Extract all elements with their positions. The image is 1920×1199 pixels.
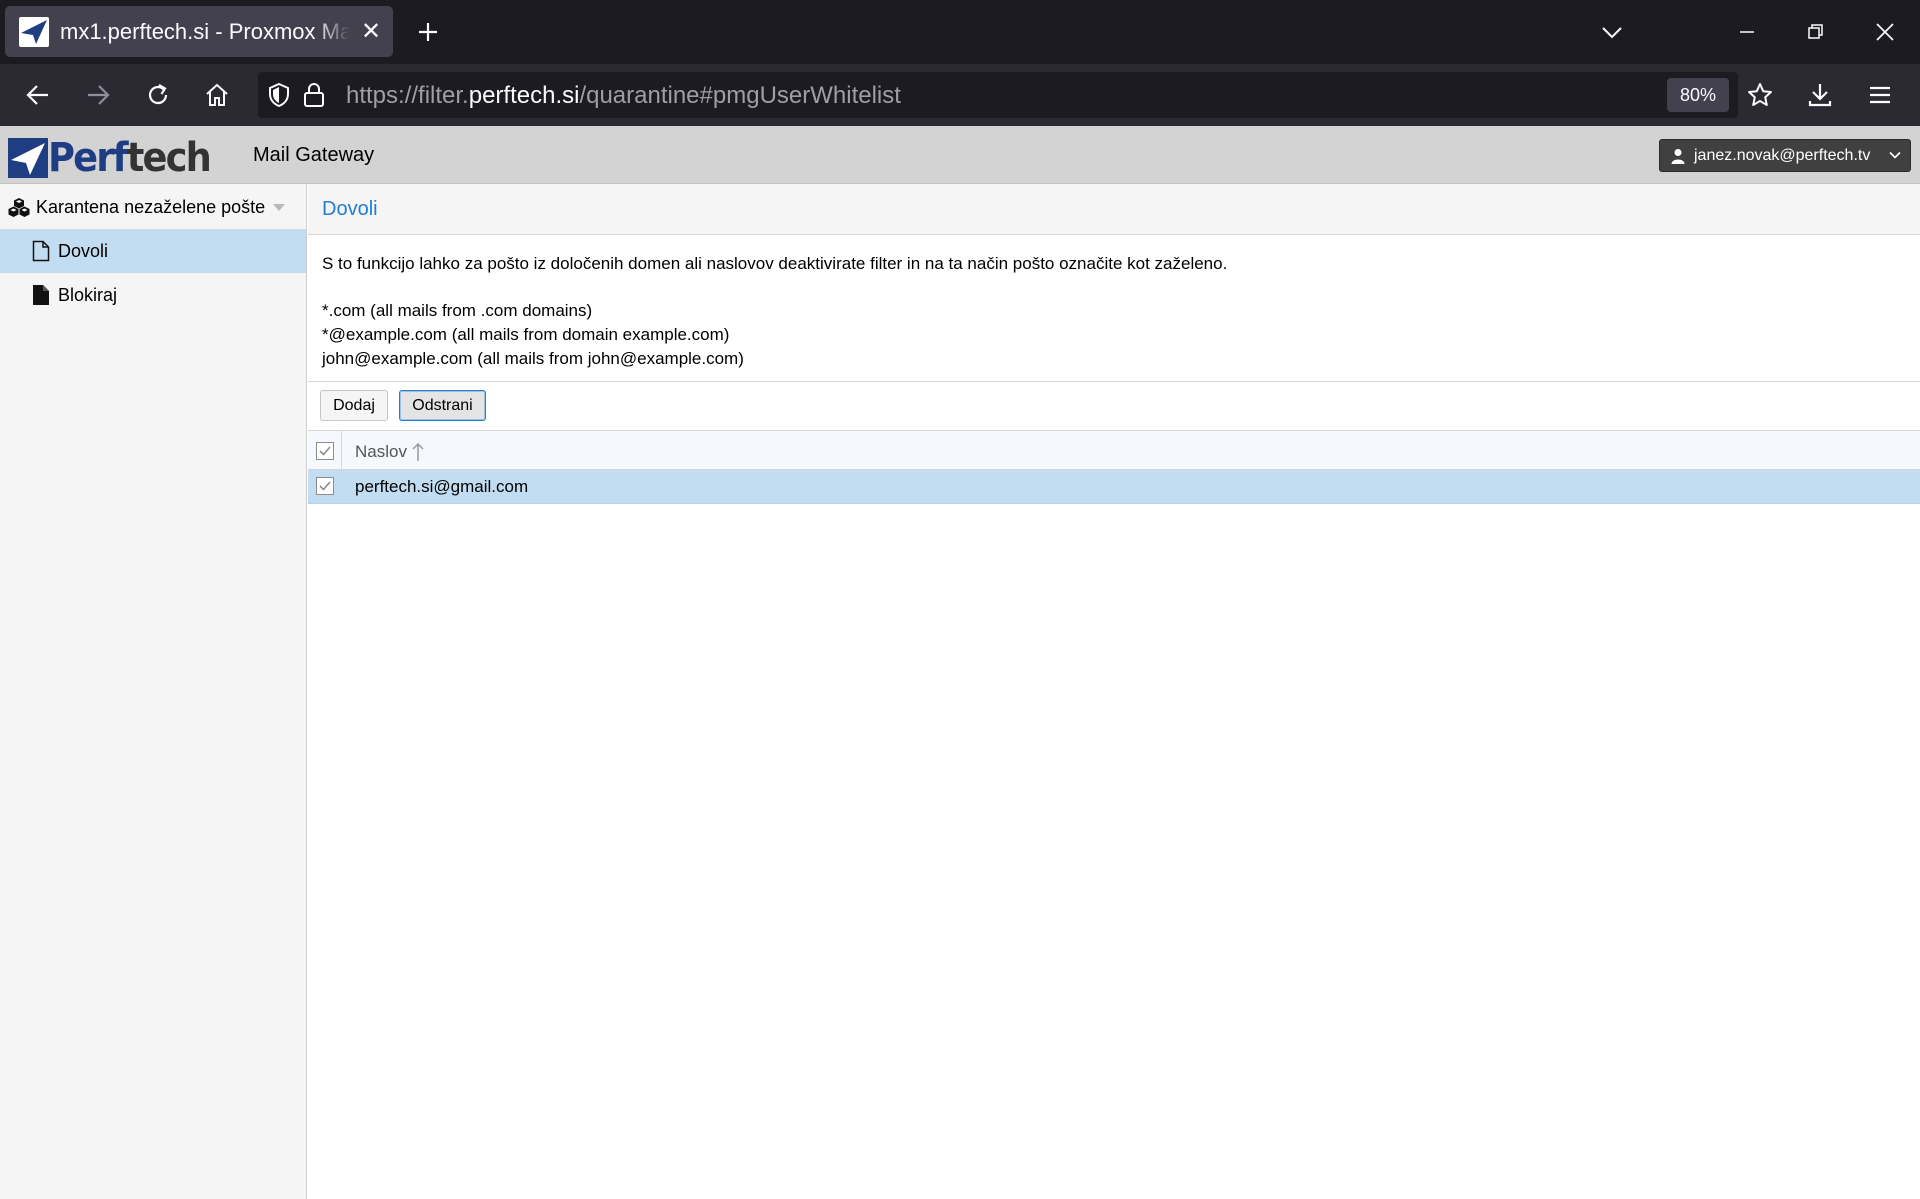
browser-navbar: https://filter.perftech.si/quarantine#pm…	[0, 64, 1920, 126]
browser-tab[interactable]: mx1.perftech.si - Proxmox Mail Gateway ✕	[5, 6, 393, 57]
perftech-logo-icon	[8, 138, 48, 178]
zoom-level[interactable]: 80%	[1667, 78, 1729, 112]
row-address: perftech.si@gmail.com	[355, 477, 529, 496]
tab-close-icon[interactable]: ✕	[356, 17, 386, 47]
user-icon	[1671, 148, 1685, 164]
url-text[interactable]: https://filter.perftech.si/quarantine#pm…	[346, 82, 901, 110]
example-line: *@example.com (all mails from domain exa…	[322, 325, 730, 344]
sidebar-root-label: Karantena nezaželene pošte	[36, 196, 266, 217]
home-icon[interactable]	[197, 75, 237, 115]
sort-ascending-icon	[412, 442, 424, 461]
sidebar-item-dovoli[interactable]: Dovoli	[0, 229, 306, 273]
checkmark-icon	[319, 481, 331, 491]
sidebar-item-label: Blokiraj	[58, 284, 118, 305]
description: S to funkcijo lahko za pošto iz določeni…	[322, 254, 1228, 273]
info-text: S to funkcijo lahko za pošto iz določeni…	[322, 252, 1227, 371]
sidebar-root-quarantine[interactable]: Karantena nezaželene pošte	[8, 194, 286, 220]
url-bar[interactable]: https://filter.perftech.si/quarantine#pm…	[258, 72, 1738, 118]
row-checkbox[interactable]	[316, 477, 334, 495]
close-window-icon[interactable]	[1865, 14, 1905, 50]
tracking-shield-icon[interactable]	[266, 82, 292, 113]
column-header-naslov[interactable]: Naslov	[355, 442, 425, 462]
checkmark-icon	[319, 446, 331, 456]
bookmark-star-icon[interactable]	[1740, 75, 1780, 115]
page-title: Dovoli	[322, 198, 378, 220]
app-title: Mail Gateway	[253, 144, 375, 166]
chevron-down-icon	[1889, 151, 1901, 159]
file-outline-icon	[32, 240, 50, 262]
back-icon[interactable]	[18, 75, 58, 115]
lock-icon[interactable]	[302, 82, 326, 113]
table-row[interactable]: perftech.si@gmail.com	[308, 470, 1920, 504]
select-all-checkbox[interactable]	[316, 442, 334, 460]
add-button[interactable]: Dodaj	[320, 390, 388, 421]
main-panel: Dovoli S to funkcijo lahko za pošto iz d…	[308, 184, 1920, 1199]
example-line: john@example.com (all mails from john@ex…	[322, 349, 744, 368]
user-menu-button[interactable]: janez.novak@perftech.tv	[1659, 139, 1911, 172]
example-line: *.com (all mails from .com domains)	[322, 301, 593, 320]
sidebar-item-label: Dovoli	[58, 240, 109, 261]
forward-icon[interactable]	[78, 75, 118, 115]
caret-down-icon	[273, 203, 286, 211]
panel-header: Dovoli	[308, 184, 1920, 235]
downloads-icon[interactable]	[1800, 75, 1840, 115]
menu-hamburger-icon[interactable]	[1860, 75, 1900, 115]
grid-header: Naslov	[308, 430, 1920, 471]
tab-list-chevron-icon[interactable]	[1592, 14, 1632, 50]
new-tab-icon[interactable]	[410, 14, 446, 50]
sidebar-item-blokiraj[interactable]: Blokiraj	[0, 273, 306, 317]
column-header-label: Naslov	[355, 442, 407, 461]
user-email: janez.novak@perftech.tv	[1694, 146, 1871, 164]
file-solid-icon	[33, 285, 49, 305]
logo-text: Perftech	[48, 135, 212, 181]
cubes-icon	[8, 198, 30, 217]
browser-tabbar: mx1.perftech.si - Proxmox Mail Gateway ✕	[0, 0, 1920, 64]
app-header: Perftech Mail Gateway janez.novak@perfte…	[0, 126, 1920, 184]
remove-button[interactable]: Odstrani	[399, 390, 486, 421]
proxmox-favicon-icon	[19, 16, 49, 47]
sidebar: Karantena nezaželene pošte Dovoli Blokir…	[0, 184, 307, 1199]
perftech-logo: Perftech	[8, 135, 224, 181]
restore-icon[interactable]	[1796, 14, 1836, 50]
tab-title: mx1.perftech.si - Proxmox Mail Gateway	[60, 18, 350, 44]
reload-icon[interactable]	[138, 75, 178, 115]
minimize-icon[interactable]	[1727, 14, 1767, 50]
header-checkbox-cell	[308, 431, 342, 471]
toolbar: Dodaj Odstrani	[308, 381, 1920, 428]
